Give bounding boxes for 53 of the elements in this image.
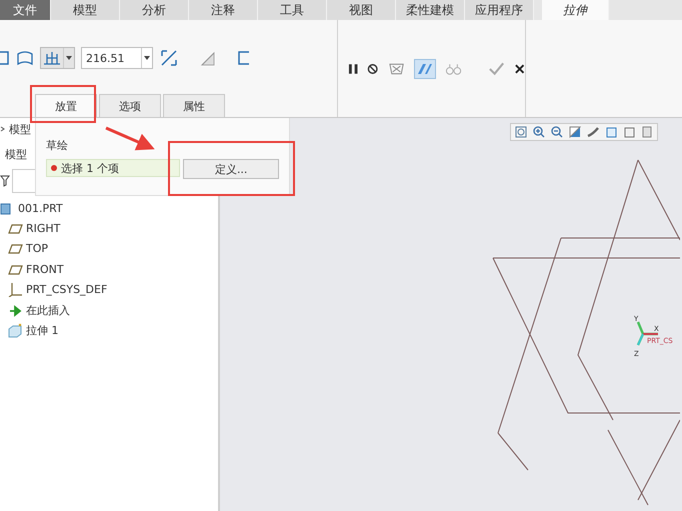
ribbon-tab[interactable]: 注释 [189,0,258,20]
section-label: 草绘 [46,138,68,153]
model-tree-label: 模型 [5,146,27,162]
surface-icon[interactable] [16,49,34,67]
panel-tab[interactable]: 选项 [99,94,161,117]
highlight-frame [30,85,96,123]
layers-icon[interactable] [641,126,653,138]
define-button[interactable]: 定义... [183,159,279,179]
caret-icon [144,56,150,60]
close-icon[interactable] [514,62,526,74]
depth-input-field[interactable]: 216.51 [81,47,153,69]
tree-item[interactable]: FRONT [26,262,64,276]
saved-views-icon[interactable] [623,126,635,138]
spin-center-icon[interactable] [587,126,599,138]
zoom-in-icon[interactable] [533,126,545,138]
pointer-arrow [105,126,155,150]
tree-item[interactable]: RIGHT [26,222,60,236]
extrude-feature-icon [8,323,23,338]
ribbon-tab[interactable]: 视图 [327,0,396,20]
caret-icon [66,56,72,60]
repaint-icon[interactable] [569,126,581,138]
depth-option-dropdown[interactable] [40,47,75,69]
ribbon-tab[interactable]: 工具 [258,0,327,20]
collector-text: 选择 1 个项 [61,160,119,176]
tree-item[interactable]: 拉伸 1 [26,323,58,338]
tree-item[interactable]: 001.PRT [18,202,63,215]
checkmark-icon[interactable] [488,61,505,76]
blind-depth-icon [41,49,63,67]
insert-arrow-icon [8,302,23,318]
tree-item[interactable]: TOP [26,242,48,256]
panel-tab[interactable]: 放置 [35,94,97,117]
solid-icon[interactable] [0,49,10,67]
panel-tab[interactable]: 属性 [163,94,225,117]
flip-direction-icon[interactable] [159,48,179,68]
coordinate-system-icon [8,282,23,298]
zoom-out-icon[interactable] [551,126,563,138]
ribbon-tab[interactable]: 柔性建模 [396,0,465,20]
sketch-collector-field[interactable]: 选择 1 个项 [46,159,180,177]
expand-icon[interactable] [0,124,6,134]
display-style-icon[interactable] [605,126,617,138]
filter-icon[interactable] [0,174,10,188]
tree-item[interactable]: PRT_CSYS_DEF [26,283,108,296]
ribbon-tab[interactable]: 分析 [120,0,189,20]
file-menu-tab[interactable]: 文件 [0,0,51,20]
zoom-fit-icon[interactable] [515,126,527,138]
ribbon-tab[interactable]: 应用程序 [465,0,534,20]
ribbon-tab[interactable]: 模型 [51,0,120,20]
no-symbol-icon[interactable] [367,62,379,74]
model-tree-header: 模型 [9,122,31,136]
pause-icon[interactable] [348,62,358,76]
tree-item[interactable]: 在此插入 [26,302,70,318]
remove-material-icon[interactable] [199,49,217,67]
ribbon-tab[interactable]: 拉伸 [542,0,609,20]
